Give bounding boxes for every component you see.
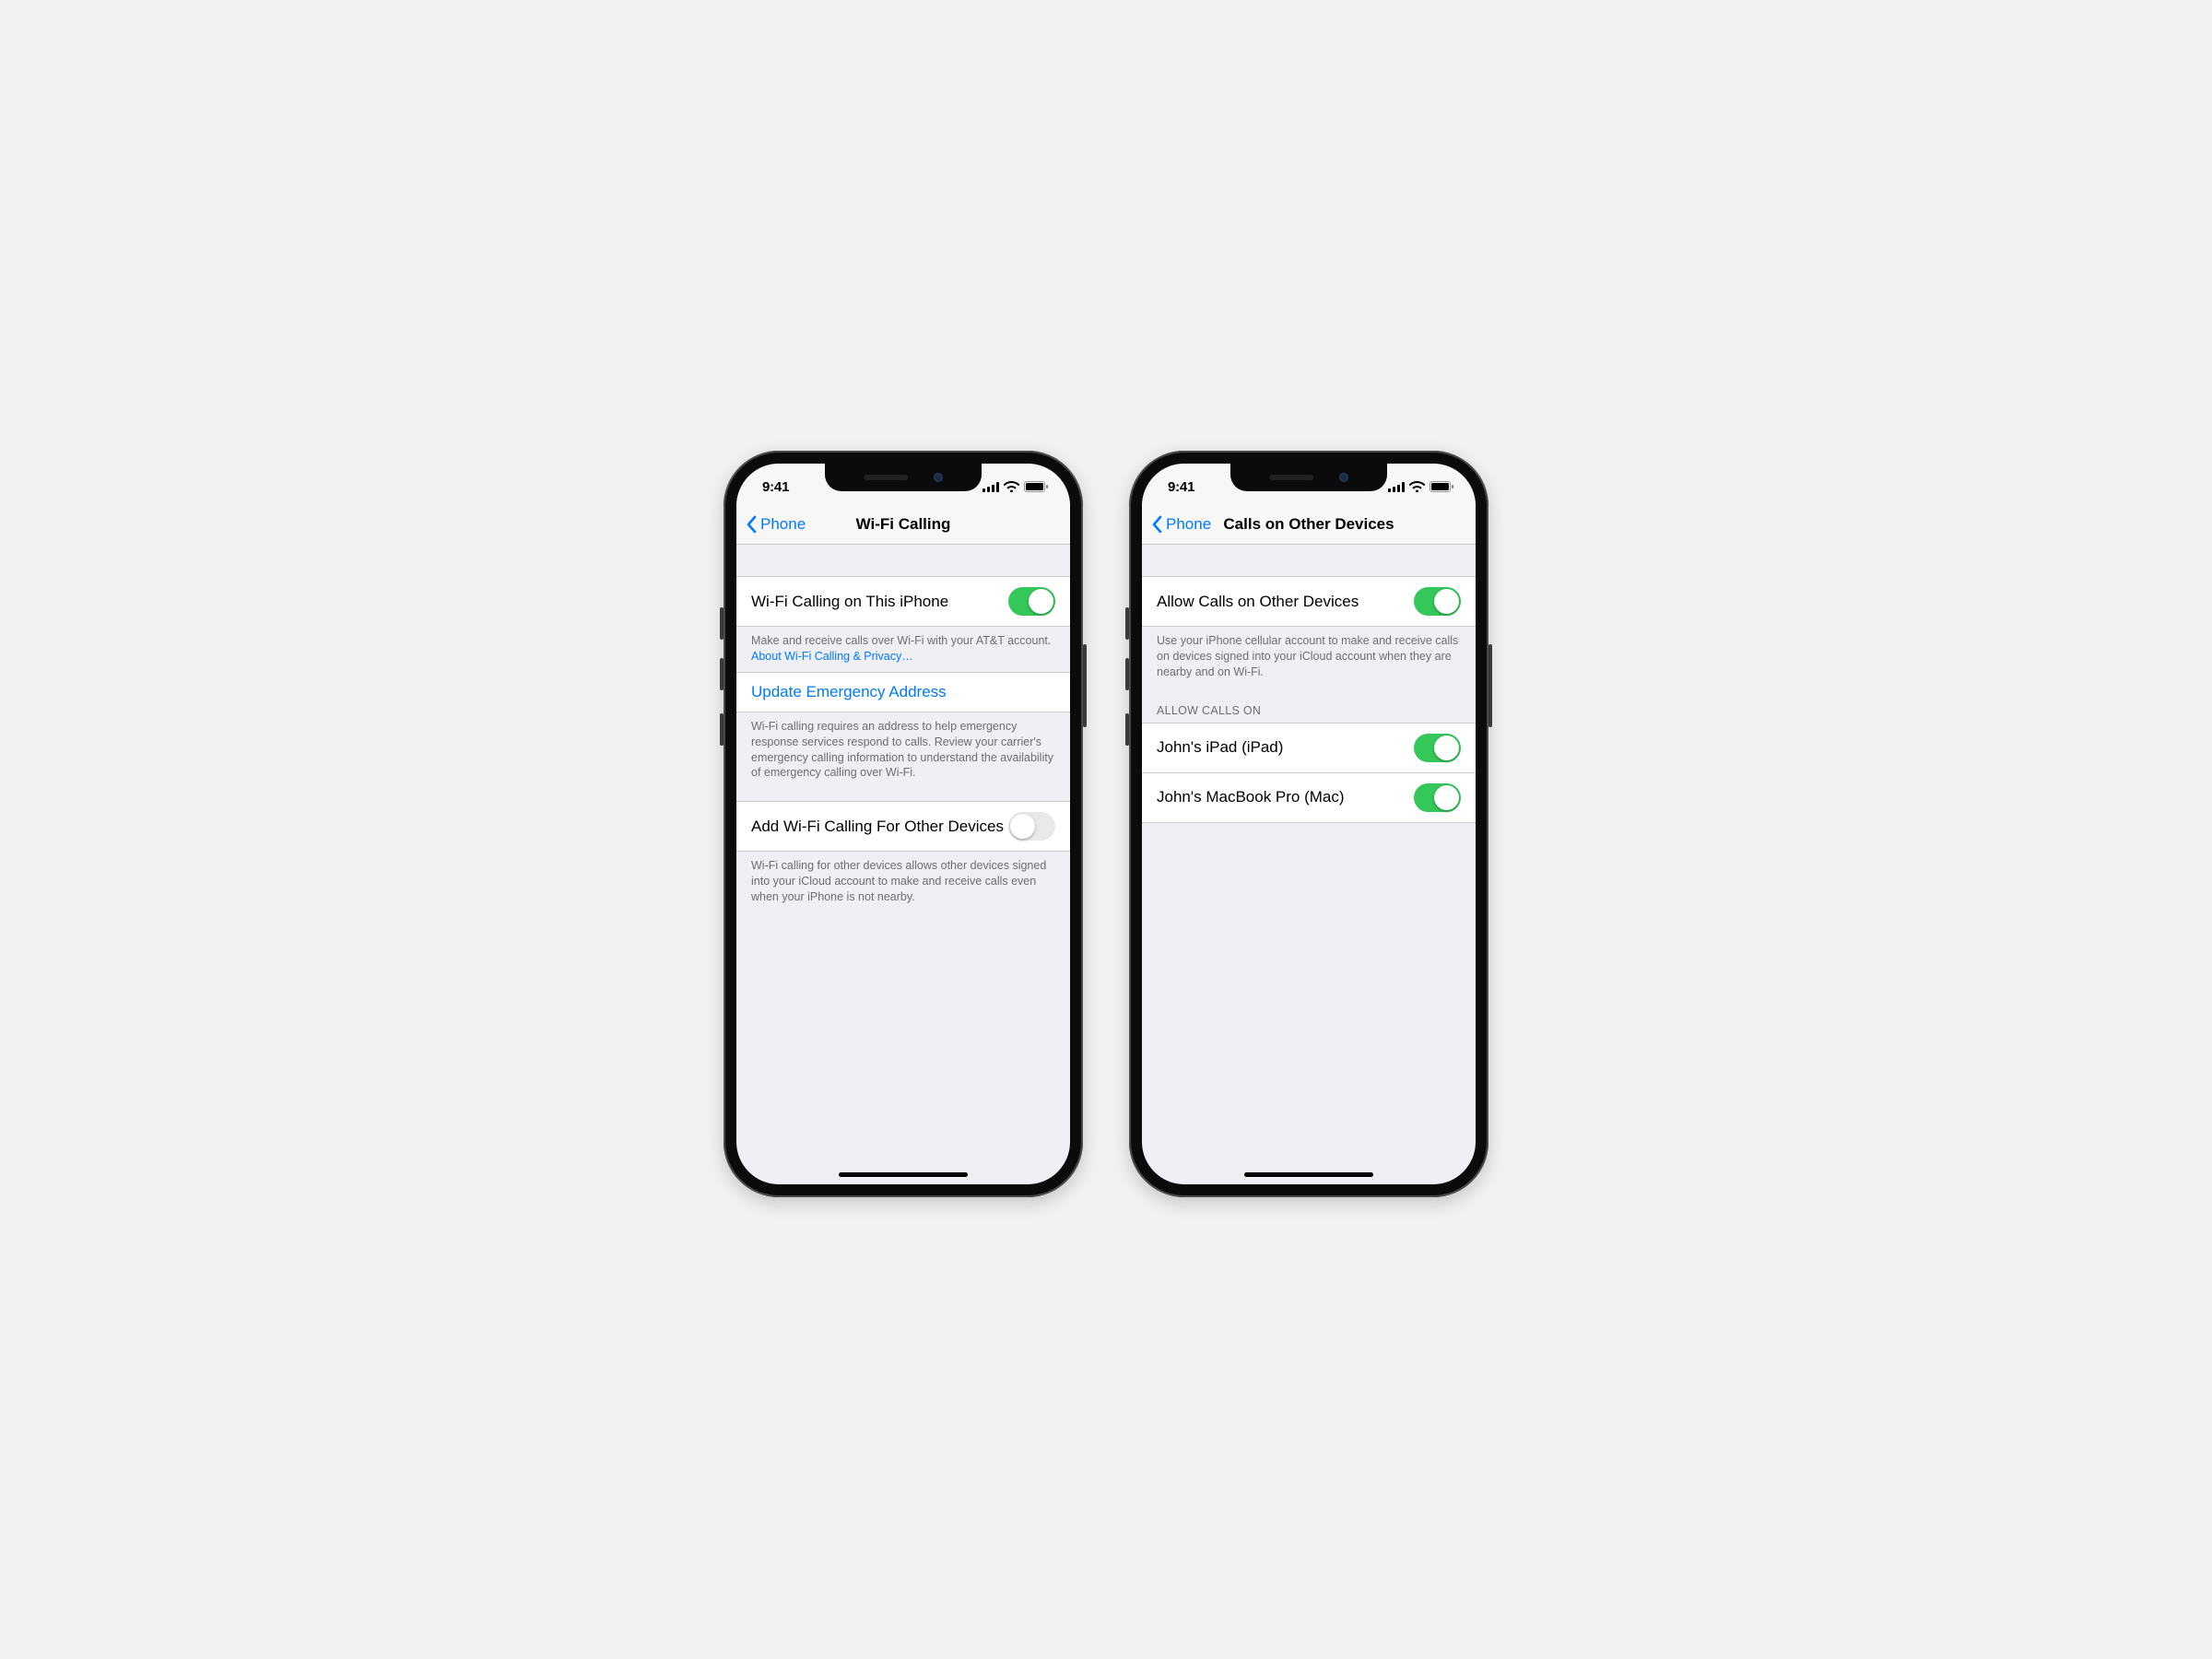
front-camera: [934, 473, 943, 482]
row-add-wifi-calling-for-other-devices[interactable]: Add Wi-Fi Calling For Other Devices: [736, 801, 1070, 852]
cellular-signal-icon: [1388, 482, 1405, 492]
status-icons: [982, 476, 1048, 492]
wifi-icon: [1409, 481, 1425, 492]
toggle-allow-calls-on-other-devices[interactable]: [1414, 587, 1461, 616]
about-wifi-calling-privacy-link[interactable]: About Wi-Fi Calling & Privacy…: [751, 650, 913, 663]
row-update-emergency-address[interactable]: Update Emergency Address: [736, 672, 1070, 712]
row-wifi-calling-on-this-iphone[interactable]: Wi-Fi Calling on This iPhone: [736, 576, 1070, 627]
toggle-knob: [1434, 785, 1459, 810]
status-time: 9:41: [1168, 474, 1194, 495]
home-indicator[interactable]: [1244, 1172, 1373, 1177]
battery-icon: [1024, 481, 1048, 492]
status-icons: [1388, 476, 1453, 492]
notch: [825, 464, 982, 491]
toggle-knob: [1434, 735, 1459, 760]
front-camera: [1339, 473, 1348, 482]
group-spacer: [736, 545, 1070, 576]
toggle-device-macbook-pro[interactable]: [1414, 783, 1461, 812]
section-header-allow-calls-on: ALLOW CALLS ON: [1142, 688, 1476, 723]
row-label: John's MacBook Pro (Mac): [1157, 788, 1345, 806]
cellular-signal-icon: [982, 482, 999, 492]
footer-wifi-calling-privacy: Make and receive calls over Wi-Fi with y…: [736, 627, 1070, 672]
row-allow-calls-on-other-devices[interactable]: Allow Calls on Other Devices: [1142, 576, 1476, 627]
wifi-icon: [1004, 481, 1019, 492]
home-indicator[interactable]: [839, 1172, 968, 1177]
group-spacer: [1142, 545, 1476, 576]
footer-allow-calls: Use your iPhone cellular account to make…: [1142, 627, 1476, 688]
footer-other-devices: Wi-Fi calling for other devices allows o…: [736, 852, 1070, 912]
iphone-screen: 9:41 Phone Calls on Other Devices Allow …: [1142, 464, 1476, 1184]
chevron-left-icon: [746, 515, 757, 534]
row-label: John's iPad (iPad): [1157, 738, 1283, 757]
chevron-left-icon: [1151, 515, 1162, 534]
row-label: Update Emergency Address: [751, 683, 947, 701]
speaker-grille: [864, 475, 908, 480]
toggle-add-wifi-calling-for-other-devices[interactable]: [1008, 812, 1055, 841]
speaker-grille: [1269, 475, 1313, 480]
stage: 9:41 Phone Wi-Fi Calling Wi-Fi Calling o…: [398, 299, 1814, 1360]
nav-bar: Phone Wi-Fi Calling: [736, 504, 1070, 545]
back-button[interactable]: Phone: [1142, 515, 1211, 534]
toggle-knob: [1010, 814, 1035, 839]
back-button[interactable]: Phone: [736, 515, 806, 534]
nav-bar: Phone Calls on Other Devices: [1142, 504, 1476, 545]
settings-content[interactable]: Wi-Fi Calling on This iPhone Make and re…: [736, 545, 1070, 1184]
back-label: Phone: [760, 515, 806, 534]
group-spacer: [736, 788, 1070, 801]
toggle-knob: [1029, 589, 1053, 614]
footer-emergency-address: Wi-Fi calling requires an address to hel…: [736, 712, 1070, 789]
row-label: Add Wi-Fi Calling For Other Devices: [751, 818, 1004, 836]
toggle-device-ipad[interactable]: [1414, 734, 1461, 762]
footer-text: Make and receive calls over Wi-Fi with y…: [751, 634, 1051, 647]
notch: [1230, 464, 1387, 491]
toggle-knob: [1434, 589, 1459, 614]
row-label: Wi-Fi Calling on This iPhone: [751, 593, 948, 611]
toggle-wifi-calling-on-this-iphone[interactable]: [1008, 587, 1055, 616]
iphone-frame-right: 9:41 Phone Calls on Other Devices Allow …: [1129, 451, 1488, 1197]
settings-content[interactable]: Allow Calls on Other Devices Use your iP…: [1142, 545, 1476, 1184]
battery-icon: [1430, 481, 1453, 492]
row-device-macbook-pro[interactable]: John's MacBook Pro (Mac): [1142, 773, 1476, 823]
iphone-screen: 9:41 Phone Wi-Fi Calling Wi-Fi Calling o…: [736, 464, 1070, 1184]
back-label: Phone: [1166, 515, 1211, 534]
status-time: 9:41: [762, 474, 789, 495]
iphone-frame-left: 9:41 Phone Wi-Fi Calling Wi-Fi Calling o…: [724, 451, 1083, 1197]
row-device-ipad[interactable]: John's iPad (iPad): [1142, 723, 1476, 773]
row-label: Allow Calls on Other Devices: [1157, 593, 1359, 611]
